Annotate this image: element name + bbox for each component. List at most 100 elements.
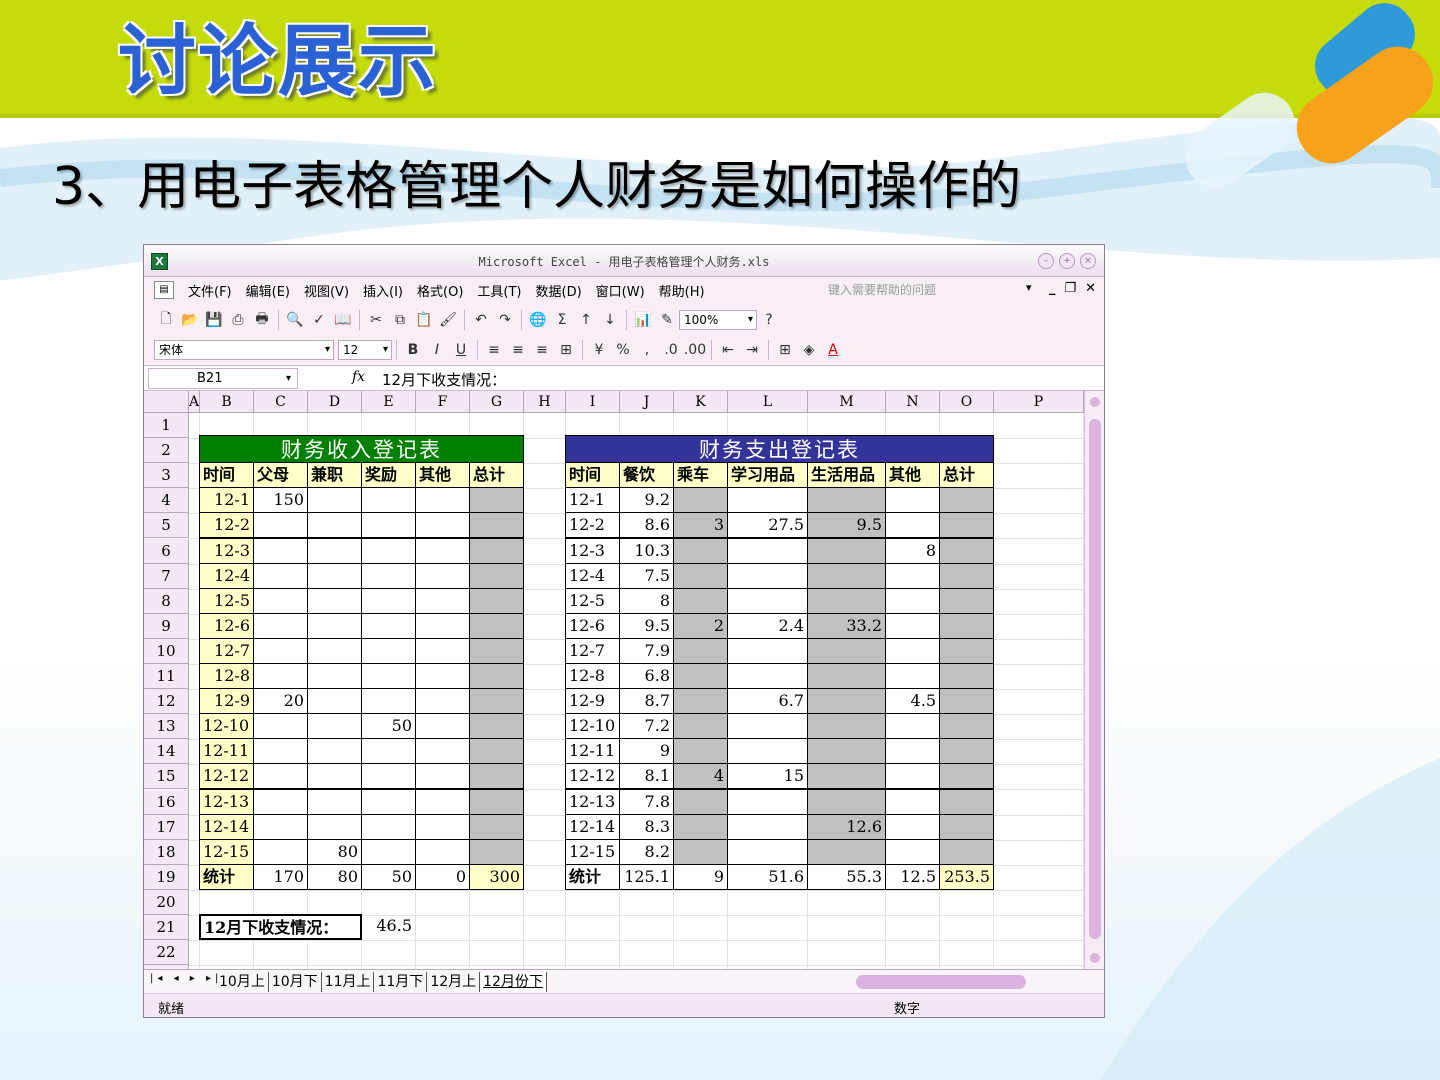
expense-value-cell[interactable] [673, 738, 728, 765]
row-header-12[interactable]: 12 [144, 689, 189, 715]
expense-value-cell[interactable] [727, 738, 808, 765]
expense-value-cell[interactable] [673, 587, 728, 614]
expense-header-cell[interactable]: 总计 [939, 462, 994, 489]
row-header-22[interactable]: 22 [144, 940, 189, 966]
income-value-cell[interactable] [307, 663, 362, 689]
expense-value-cell[interactable] [885, 713, 940, 740]
income-value-cell[interactable] [307, 713, 362, 740]
open-icon[interactable]: 📂 [178, 309, 202, 331]
expense-value-cell[interactable] [939, 512, 994, 539]
income-value-cell[interactable] [361, 587, 416, 614]
income-value-cell[interactable] [253, 612, 308, 639]
income-header-cell[interactable]: 其他 [415, 462, 470, 489]
expense-header-cell[interactable]: 生活用品 [807, 462, 886, 489]
vertical-scroll-thumb[interactable] [1089, 419, 1101, 939]
borders-icon[interactable]: ⊞ [773, 339, 797, 361]
expense-value-cell[interactable] [939, 838, 994, 865]
column-header-p[interactable]: P [994, 391, 1084, 413]
expense-value-cell[interactable] [807, 688, 886, 715]
income-total-cell[interactable]: 80 [307, 863, 362, 890]
save-icon[interactable]: 💾 [202, 309, 226, 331]
font-color-icon[interactable]: A [821, 339, 845, 361]
income-value-cell[interactable] [469, 713, 524, 740]
expense-total-label[interactable]: 统计 [565, 863, 620, 890]
select-all-corner[interactable] [144, 391, 189, 413]
expense-value-cell[interactable] [939, 788, 994, 815]
expense-value-cell[interactable] [673, 688, 728, 715]
expense-value-cell[interactable]: 2 [673, 612, 728, 639]
expense-value-cell[interactable] [939, 663, 994, 689]
expense-value-cell[interactable] [807, 763, 886, 790]
row-header-9[interactable]: 9 [144, 613, 189, 639]
increase-decimal-icon[interactable]: .0 [659, 339, 683, 361]
row-header-10[interactable]: 10 [144, 638, 189, 664]
expense-value-cell[interactable]: 33.2 [807, 612, 886, 639]
income-value-cell[interactable] [361, 512, 416, 539]
sheet-tab[interactable]: 10月上 [216, 972, 269, 992]
sheet-tab[interactable]: 12月上 [427, 972, 481, 992]
income-date-cell[interactable]: 12-3 [199, 537, 254, 564]
expense-value-cell[interactable]: 9.5 [619, 612, 674, 639]
expense-value-cell[interactable] [727, 637, 808, 664]
income-value-cell[interactable] [361, 637, 416, 664]
income-value-cell[interactable] [415, 587, 470, 614]
research-icon[interactable]: 📖 [331, 309, 355, 331]
row-header-8[interactable]: 8 [144, 588, 189, 614]
income-date-cell[interactable]: 12-14 [199, 813, 254, 840]
expense-value-cell[interactable] [673, 713, 728, 740]
income-value-cell[interactable] [415, 512, 470, 539]
income-table-title[interactable]: 财务收入登记表 [199, 435, 524, 464]
income-total-cell[interactable]: 170 [253, 863, 308, 890]
expense-value-cell[interactable] [939, 713, 994, 740]
expense-value-cell[interactable] [727, 713, 808, 740]
expense-value-cell[interactable]: 7.5 [619, 562, 674, 589]
align-right-icon[interactable]: ≡ [530, 339, 554, 361]
expense-value-cell[interactable] [673, 813, 728, 840]
expense-value-cell[interactable] [885, 587, 940, 614]
expense-value-cell[interactable] [673, 487, 728, 514]
income-value-cell[interactable] [469, 813, 524, 840]
horizontal-scroll-thumb[interactable] [856, 975, 1026, 989]
sheet-tab[interactable]: 11月下 [374, 972, 428, 992]
income-total-cell[interactable]: 0 [415, 863, 470, 890]
income-value-cell[interactable] [469, 512, 524, 539]
expense-value-cell[interactable] [673, 637, 728, 664]
column-header-i[interactable]: I [566, 391, 620, 413]
expense-value-cell[interactable] [939, 612, 994, 639]
row-header-17[interactable]: 17 [144, 814, 189, 840]
expense-value-cell[interactable]: 8 [885, 537, 940, 564]
expense-value-cell[interactable] [939, 813, 994, 840]
income-value-cell[interactable] [415, 763, 470, 790]
income-value-cell[interactable]: 50 [361, 713, 416, 740]
expense-total-cell[interactable]: 51.6 [727, 863, 808, 890]
income-value-cell[interactable] [361, 663, 416, 689]
comma-icon[interactable]: , [635, 339, 659, 361]
align-center-icon[interactable]: ≡ [506, 339, 530, 361]
tab-scroll-icons[interactable]: |◂ ◂ ▸ ▸| [150, 973, 222, 984]
menu-data[interactable]: 数据(D) [536, 281, 582, 300]
expense-date-cell[interactable]: 12-2 [565, 512, 620, 539]
percent-icon[interactable]: % [611, 339, 635, 361]
income-value-cell[interactable] [361, 813, 416, 840]
income-total-cell[interactable]: 50 [361, 863, 416, 890]
expense-value-cell[interactable]: 9.5 [807, 512, 886, 539]
expense-value-cell[interactable]: 3 [673, 512, 728, 539]
expense-value-cell[interactable]: 6.8 [619, 663, 674, 689]
income-value-cell[interactable] [415, 537, 470, 564]
row-header-6[interactable]: 6 [144, 538, 189, 564]
expense-value-cell[interactable]: 4 [673, 763, 728, 790]
expense-value-cell[interactable]: 9 [619, 738, 674, 765]
expense-date-cell[interactable]: 12-8 [565, 663, 620, 689]
expense-value-cell[interactable] [807, 637, 886, 664]
expense-value-cell[interactable] [807, 587, 886, 614]
expense-value-cell[interactable] [673, 562, 728, 589]
menu-insert[interactable]: 插入(I) [363, 281, 403, 300]
expense-value-cell[interactable] [939, 537, 994, 564]
expense-total-cell[interactable]: 9 [673, 863, 728, 890]
column-header-h[interactable]: H [524, 391, 566, 413]
doc-close-icon[interactable]: ✕ [1085, 281, 1096, 296]
expense-value-cell[interactable] [673, 537, 728, 564]
help-dropdown-icon[interactable]: ▾ [1026, 281, 1032, 294]
workbook-icon[interactable]: ▤ [154, 281, 174, 299]
income-value-cell[interactable] [361, 537, 416, 564]
